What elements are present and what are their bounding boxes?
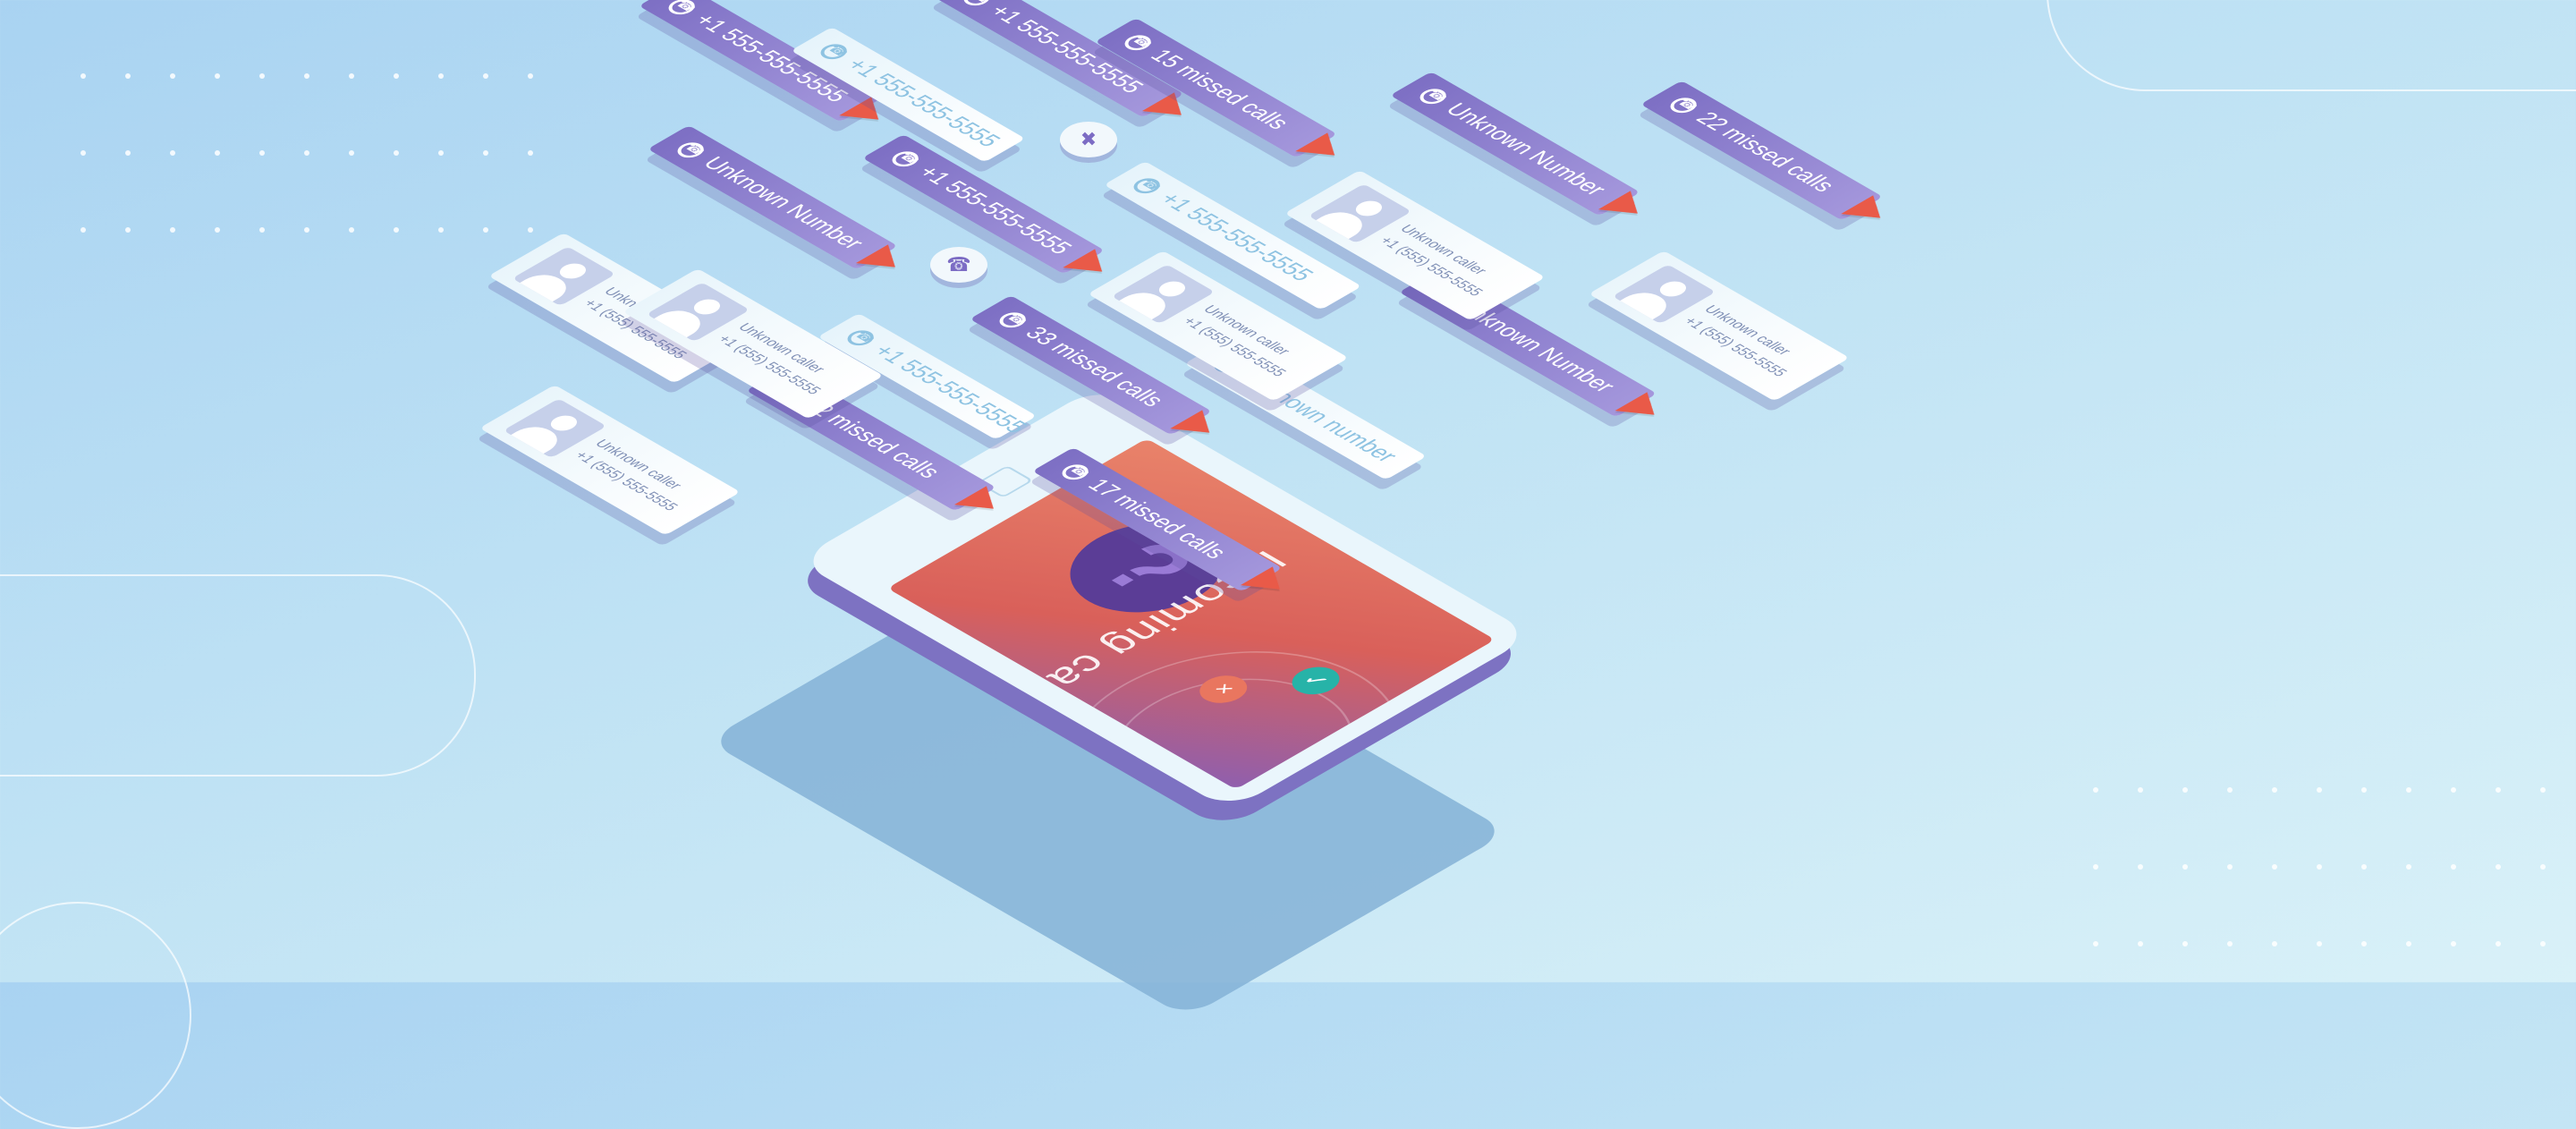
notification-card[interactable]: Unknown Number [648, 125, 911, 277]
contact-details: Unknown caller+1 (555) 555-5555 [1680, 303, 1811, 379]
phone-icon [1056, 461, 1094, 483]
phone-icon [886, 148, 924, 170]
shuffle-icon: ✖ [1060, 122, 1117, 157]
notification-text: +1 555-555-5555 [911, 162, 1078, 259]
notification-text: 17 missed calls [1081, 475, 1233, 563]
flag-icon [953, 486, 1010, 519]
contact-details: Unknown caller+1 (555) 555-5555 [1376, 223, 1507, 299]
missed-call-icon: ☎ [930, 247, 987, 283]
notification-card[interactable]: 22 missed calls [1640, 81, 1897, 228]
notification-card[interactable]: 17 missed calls [1032, 447, 1296, 599]
flag-icon [855, 244, 911, 277]
phone-icon [1665, 94, 1702, 116]
phone-icon [958, 0, 996, 9]
flag-icon [1170, 410, 1226, 443]
contact-card[interactable]: Unknown caller+1 (555) 555-5555 [479, 385, 741, 536]
notification-text: Unknown Number [1439, 99, 1613, 199]
notification-card[interactable]: Unknown Number [1390, 72, 1654, 224]
flag-icon [1240, 566, 1296, 599]
notification-text: 33 missed calls [1019, 323, 1171, 411]
phone-icon [1414, 85, 1452, 107]
flag-icon [1614, 392, 1671, 425]
flag-icon [1141, 92, 1198, 125]
contact-details: Unknown caller+1 (555) 555-5555 [571, 437, 702, 514]
flag-icon [1597, 191, 1654, 224]
notification-text: 22 missed calls [1690, 108, 1842, 196]
phone-icon [815, 40, 852, 63]
phone-icon [1119, 31, 1157, 54]
flag-icon [1063, 249, 1119, 282]
flag-icon [1295, 132, 1352, 166]
notification-cards-layer: +1 555-555-5555+1 555-555-5555+1 555-555… [0, 0, 2576, 982]
phone-icon [842, 327, 879, 349]
flag-icon [1841, 195, 1897, 228]
phone-icon [672, 139, 709, 161]
phone-icon [1128, 174, 1165, 197]
phone-icon [994, 309, 1031, 331]
phone-icon [663, 0, 700, 18]
notification-text: Unknown Number [697, 153, 870, 253]
notification-text: +1 555-555-5555 [867, 341, 1033, 437]
